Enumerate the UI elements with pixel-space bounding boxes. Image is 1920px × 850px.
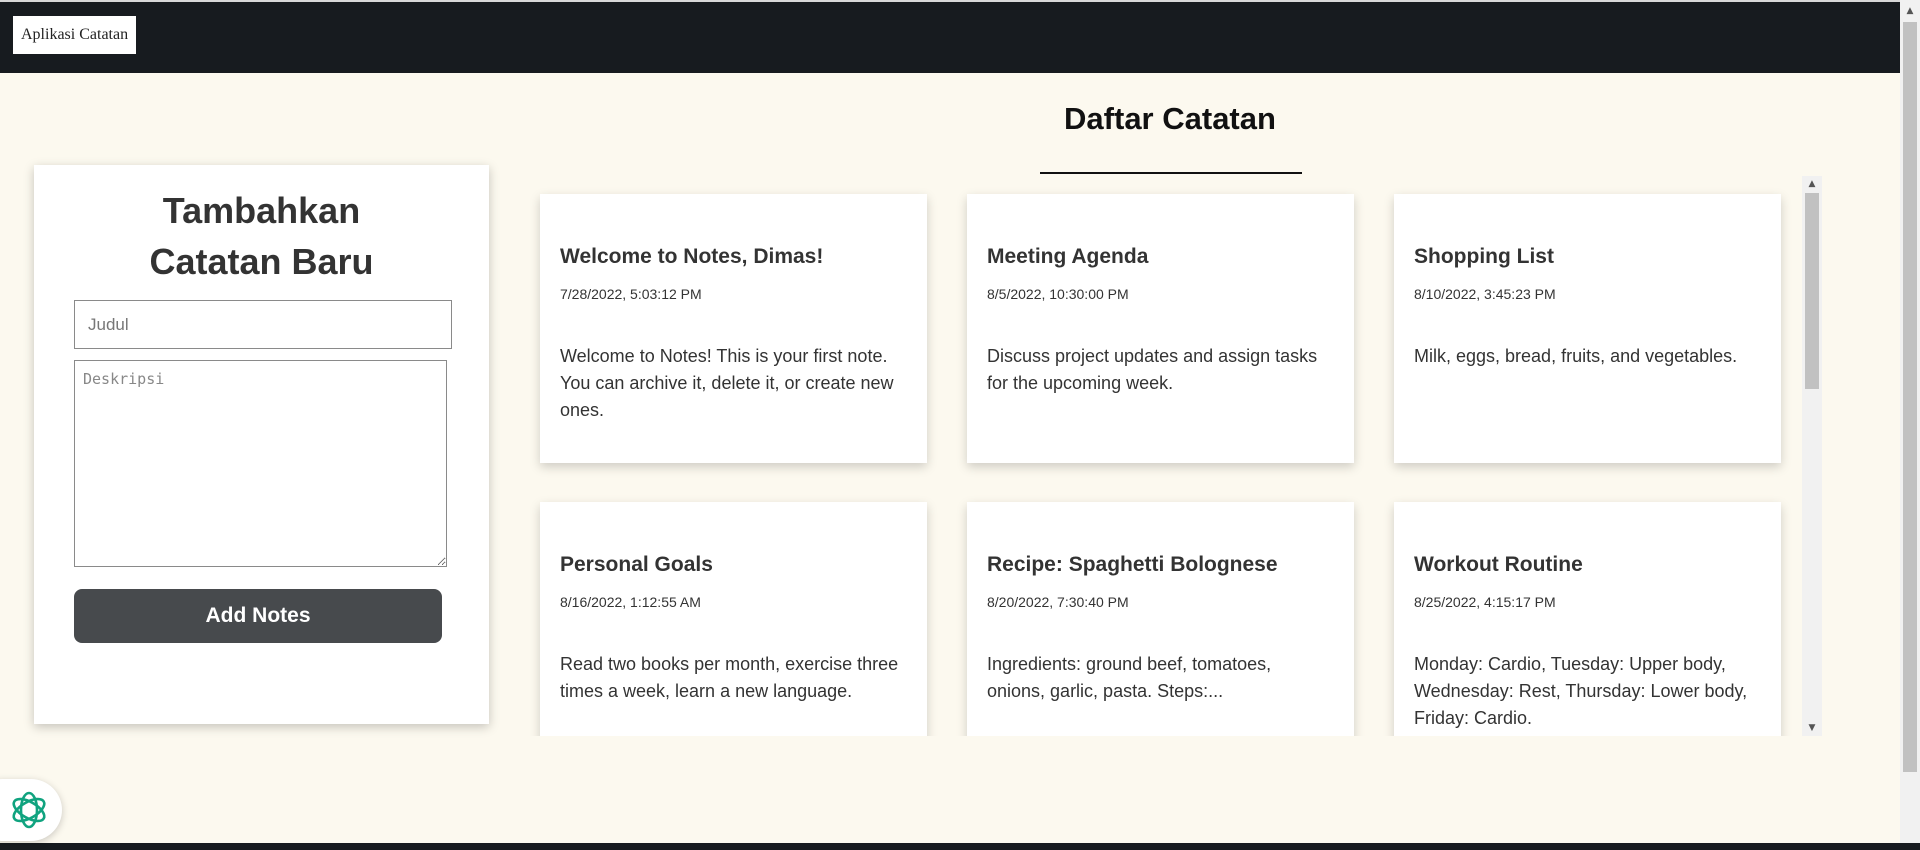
- note-title: Personal Goals: [560, 553, 713, 576]
- note-title-input[interactable]: [74, 300, 452, 349]
- note-title: Welcome to Notes, Dimas!: [560, 245, 824, 268]
- page-scrollbar-thumb[interactable]: [1903, 22, 1917, 772]
- bottom-bar: [0, 843, 1920, 850]
- page-scroll-up-arrow-icon[interactable]: ▲: [1900, 3, 1920, 19]
- add-note-heading-line2: Catatan Baru: [149, 241, 374, 282]
- scroll-up-arrow-icon[interactable]: ▲: [1802, 177, 1822, 191]
- note-date: 8/16/2022, 1:12:55 AM: [560, 594, 701, 610]
- add-note-heading-line1: Tambahkan: [162, 190, 361, 231]
- note-body: Welcome to Notes! This is your first not…: [560, 346, 894, 420]
- app-brand[interactable]: Aplikasi Catatan: [13, 16, 137, 54]
- heading-divider: [1040, 172, 1302, 174]
- note-body: Monday: Cardio, Tuesday: Upper body, Wed…: [1414, 654, 1748, 728]
- note-card[interactable]: Shopping List 8/10/2022, 3:45:23 PM Milk, …: [1394, 194, 1781, 463]
- note-title: Workout Routine: [1414, 553, 1583, 576]
- note-date: 8/10/2022, 3:45:23 PM: [1414, 286, 1556, 302]
- notes-list-heading: Daftar Catatan: [1064, 101, 1276, 136]
- note-card[interactable]: Welcome to Notes, Dimas! 7/28/2022, 5:03:…: [540, 194, 927, 463]
- scroll-down-arrow-icon[interactable]: ▼: [1802, 721, 1822, 735]
- note-card[interactable]: Personal Goals 8/16/2022, 1:12:55 AM Read …: [540, 502, 927, 736]
- note-title: Meeting Agenda: [987, 245, 1149, 268]
- note-card[interactable]: Recipe: Spaghetti Bolognese 8/20/2022, 7:…: [967, 502, 1354, 736]
- top-navbar: Aplikasi Catatan: [0, 0, 1900, 73]
- note-date: 8/25/2022, 4:15:17 PM: [1414, 594, 1556, 610]
- note-title: Shopping List: [1414, 245, 1554, 268]
- note-title: Recipe: Spaghetti Bolognese: [987, 553, 1278, 576]
- note-description-input[interactable]: [74, 360, 447, 567]
- assistant-button[interactable]: [0, 779, 62, 841]
- note-date: 7/28/2022, 5:03:12 PM: [560, 286, 702, 302]
- assistant-logo-icon: [12, 791, 46, 829]
- note-date: 8/20/2022, 7:30:40 PM: [987, 594, 1129, 610]
- notes-list[interactable]: Welcome to Notes, Dimas! 7/28/2022, 5:03:…: [530, 176, 1822, 736]
- note-card[interactable]: Workout Routine 8/25/2022, 4:15:17 PM Mond…: [1394, 502, 1781, 736]
- note-body: Discuss project updates and assign tasks…: [987, 346, 1318, 393]
- note-card[interactable]: Meeting Agenda 8/5/2022, 10:30:00 PM Discu…: [967, 194, 1354, 463]
- notes-list-scrollbar-thumb[interactable]: [1805, 193, 1819, 389]
- note-date: 8/5/2022, 10:30:00 PM: [987, 286, 1129, 302]
- add-note-heading: Tambahkan Catatan Baru: [34, 185, 489, 287]
- add-notes-button[interactable]: Add Notes: [74, 589, 442, 643]
- note-body: Milk, eggs, bread, fruits, and vegetable…: [1414, 346, 1738, 366]
- note-body: Read two books per month, exercise three…: [560, 654, 899, 701]
- notes-grid: Welcome to Notes, Dimas! 7/28/2022, 5:03:…: [540, 194, 1781, 736]
- add-note-card: Tambahkan Catatan Baru Add Notes: [34, 165, 489, 724]
- note-body: Ingredients: ground beef, tomatoes, onio…: [987, 654, 1272, 701]
- notes-list-scrollbar[interactable]: ▲ ▼: [1802, 176, 1822, 736]
- page-scrollbar[interactable]: ▲: [1900, 0, 1920, 843]
